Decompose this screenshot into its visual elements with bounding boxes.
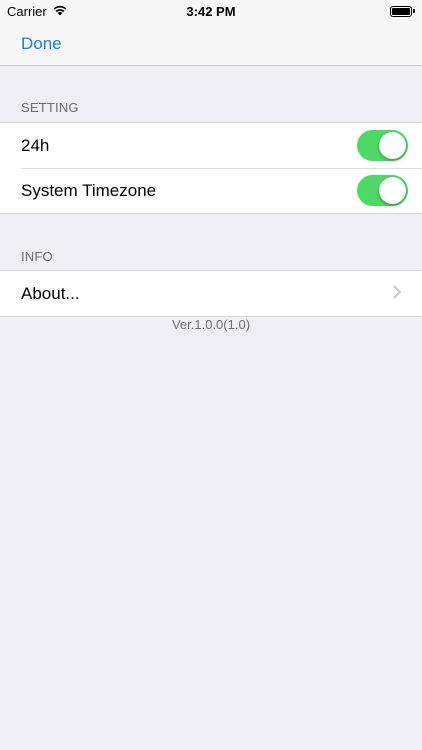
row-label-24h: 24h bbox=[21, 135, 50, 155]
setting-group: 24h System Timezone bbox=[0, 122, 422, 214]
done-button[interactable]: Done bbox=[21, 34, 62, 54]
version-label: Ver.1.0.0(1.0) bbox=[171, 317, 251, 332]
toggle-system-timezone[interactable] bbox=[357, 175, 408, 206]
status-left: Carrier bbox=[7, 4, 68, 19]
row-label-about: About... bbox=[21, 283, 80, 303]
section-header-setting: SETTING bbox=[21, 100, 79, 115]
row-about[interactable]: About... bbox=[0, 271, 422, 316]
status-bar: Carrier 3:42 PM bbox=[0, 0, 422, 22]
settings-screen: Carrier 3:42 PM Done SETTING 24h System … bbox=[0, 0, 422, 750]
wifi-icon bbox=[52, 4, 68, 19]
chevron-right-icon bbox=[393, 284, 408, 304]
battery-icon bbox=[390, 5, 415, 17]
carrier-label: Carrier bbox=[7, 3, 47, 19]
toggle-24h[interactable] bbox=[357, 130, 408, 161]
navigation-bar: Done bbox=[0, 22, 422, 66]
row-24h: 24h bbox=[0, 123, 422, 168]
section-header-info: INFO bbox=[21, 249, 53, 264]
row-system-timezone: System Timezone bbox=[0, 168, 422, 213]
toggle-knob bbox=[379, 132, 406, 159]
info-group: About... bbox=[0, 270, 422, 317]
row-label-system-timezone: System Timezone bbox=[21, 180, 157, 200]
toggle-knob bbox=[379, 177, 406, 204]
